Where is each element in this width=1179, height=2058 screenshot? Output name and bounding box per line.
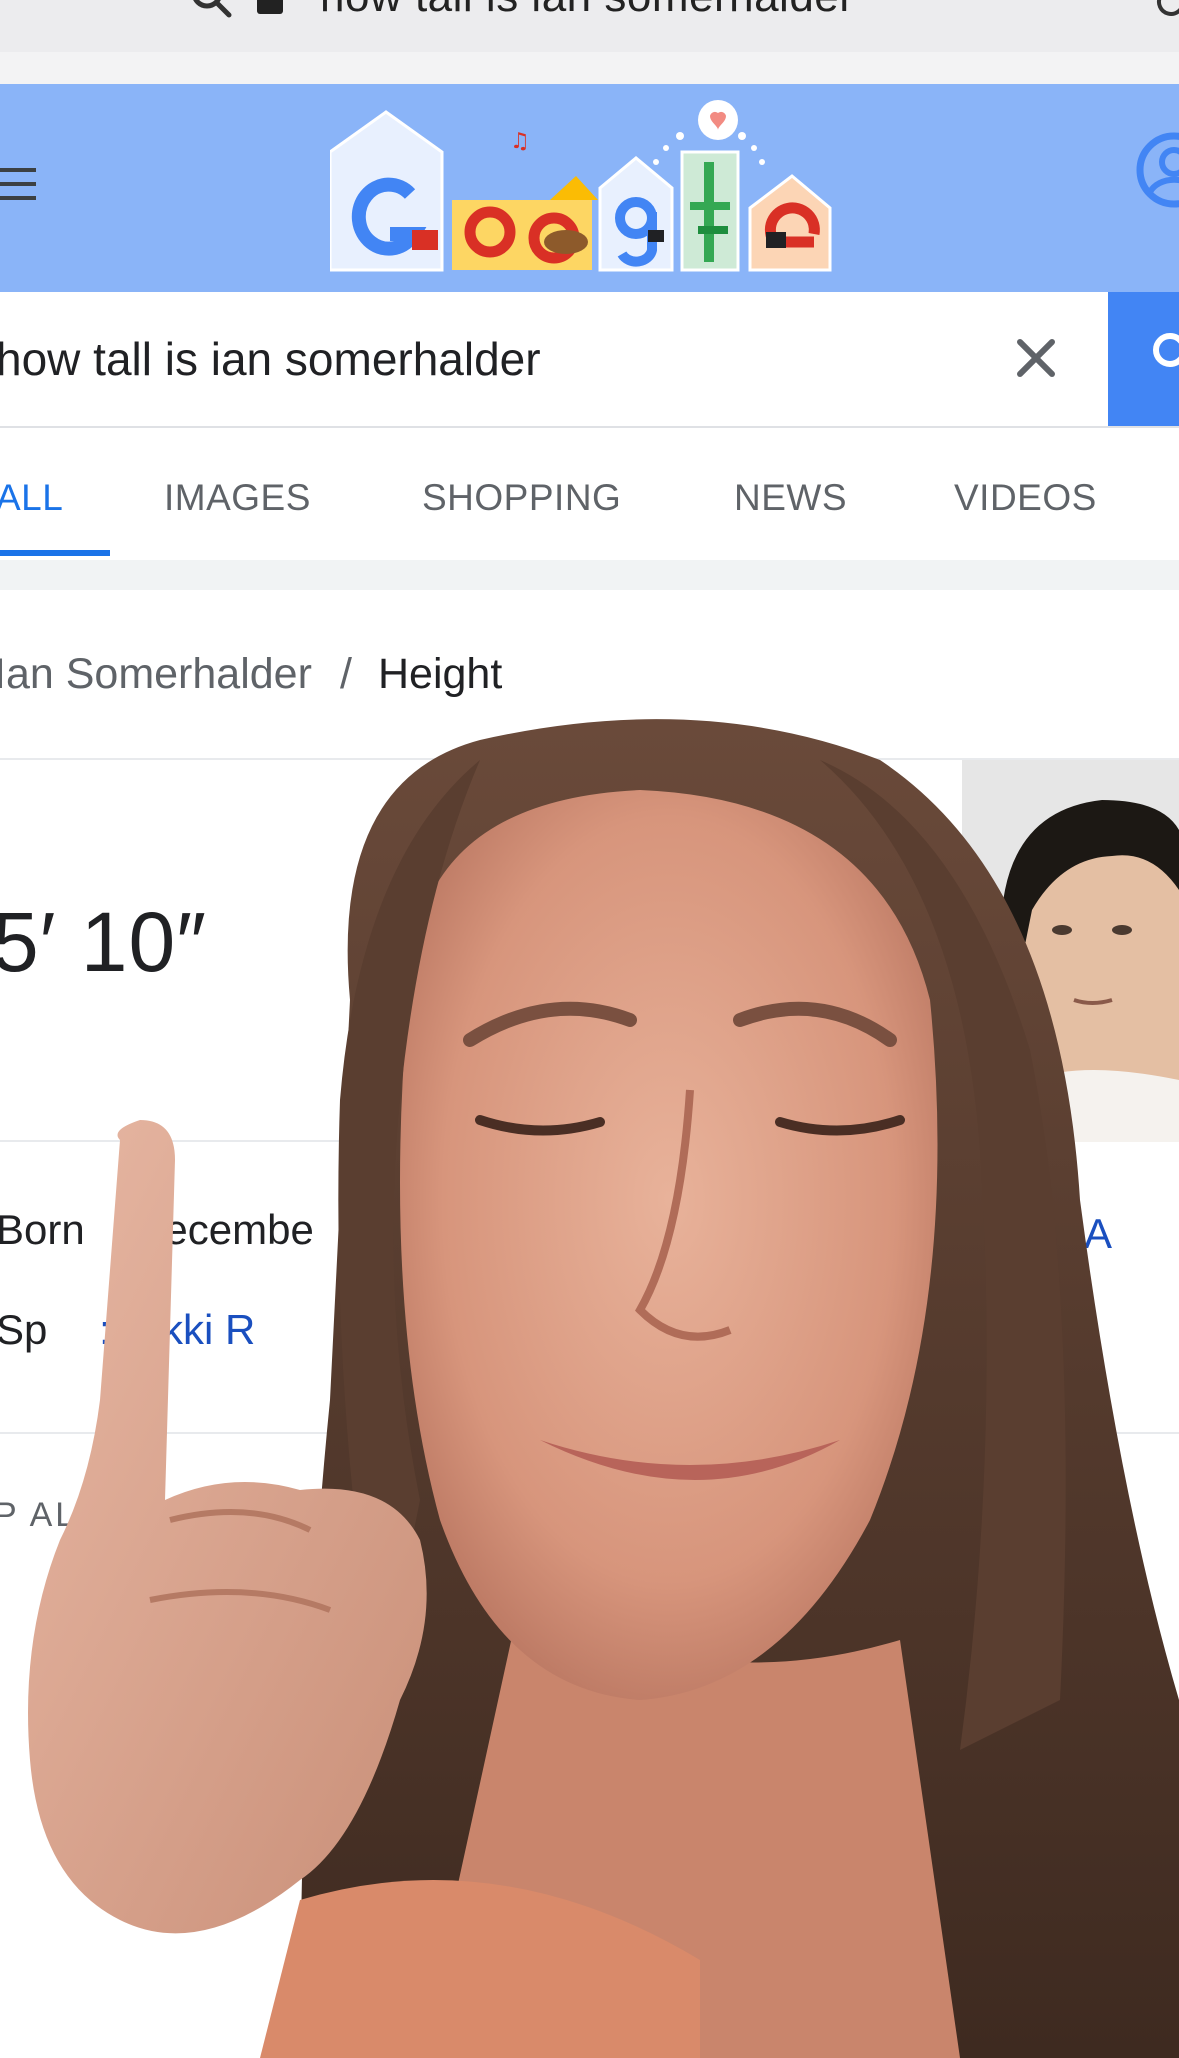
people-also-search-heading: P AL S [0, 1496, 115, 1534]
search-button[interactable] [1108, 292, 1179, 426]
search-input[interactable] [0, 292, 980, 426]
url-text: how tall is ian somerhalder [320, 0, 854, 22]
url-bar-divider [0, 52, 1179, 84]
person-thumbnail-image[interactable] [962, 760, 1179, 1142]
search-icon [1153, 333, 1179, 367]
google-doodle-logo[interactable]: ♫ [330, 92, 850, 282]
page: how tall is ian somerhalder [0, 0, 1179, 2058]
tab-images[interactable]: IMAGES [164, 428, 311, 560]
tab-shopping[interactable]: SHOPPING [422, 428, 621, 560]
tab-news[interactable]: NEWS [734, 428, 847, 560]
reload-icon[interactable] [1151, 0, 1179, 22]
search-bar [0, 292, 1179, 428]
fact-spouse-label: Sp [0, 1306, 48, 1353]
search-icon [193, 0, 232, 18]
tabs-divider [0, 560, 1179, 590]
breadcrumb-parent-link[interactable]: Ian Somerhalder [0, 650, 312, 699]
tab-all[interactable]: ALL [0, 428, 63, 560]
fact-country-link[interactable]: A [1084, 1210, 1112, 1258]
account-circle-icon[interactable] [1134, 130, 1179, 210]
portrait-photo [962, 760, 1179, 1142]
lock-icon [257, 0, 283, 14]
breadcrumb-separator: / [340, 650, 352, 698]
svg-text:♫: ♫ [510, 129, 530, 154]
breadcrumb-current: Height [378, 650, 503, 698]
browser-url-bar[interactable]: how tall is ian somerhalder [0, 0, 1179, 52]
fact-spouse-link[interactable]: : Nikki R [99, 1306, 255, 1353]
url-bar-content: how tall is ian somerhalder [190, 0, 854, 22]
search-tabs: ALL IMAGES SHOPPING NEWS VIDEOS [0, 428, 1179, 560]
answer-card: 5′ 10″ [0, 760, 960, 1142]
hamburger-menu-icon[interactable] [0, 164, 40, 204]
facts-section [0, 1142, 1179, 1434]
active-tab-indicator [0, 550, 110, 556]
fact-born-label: Born [0, 1206, 85, 1253]
fact-spouse: Sp : Nikki R [0, 1306, 255, 1354]
tab-videos[interactable]: VIDEOS [954, 428, 1097, 560]
close-icon[interactable] [1010, 332, 1062, 384]
fact-born: Born ecembe [0, 1206, 314, 1254]
fact-born-value: ecembe [164, 1206, 314, 1253]
breadcrumb: Ian Somerhalder / Height [0, 590, 1179, 760]
height-answer: 5′ 10″ [0, 895, 207, 989]
